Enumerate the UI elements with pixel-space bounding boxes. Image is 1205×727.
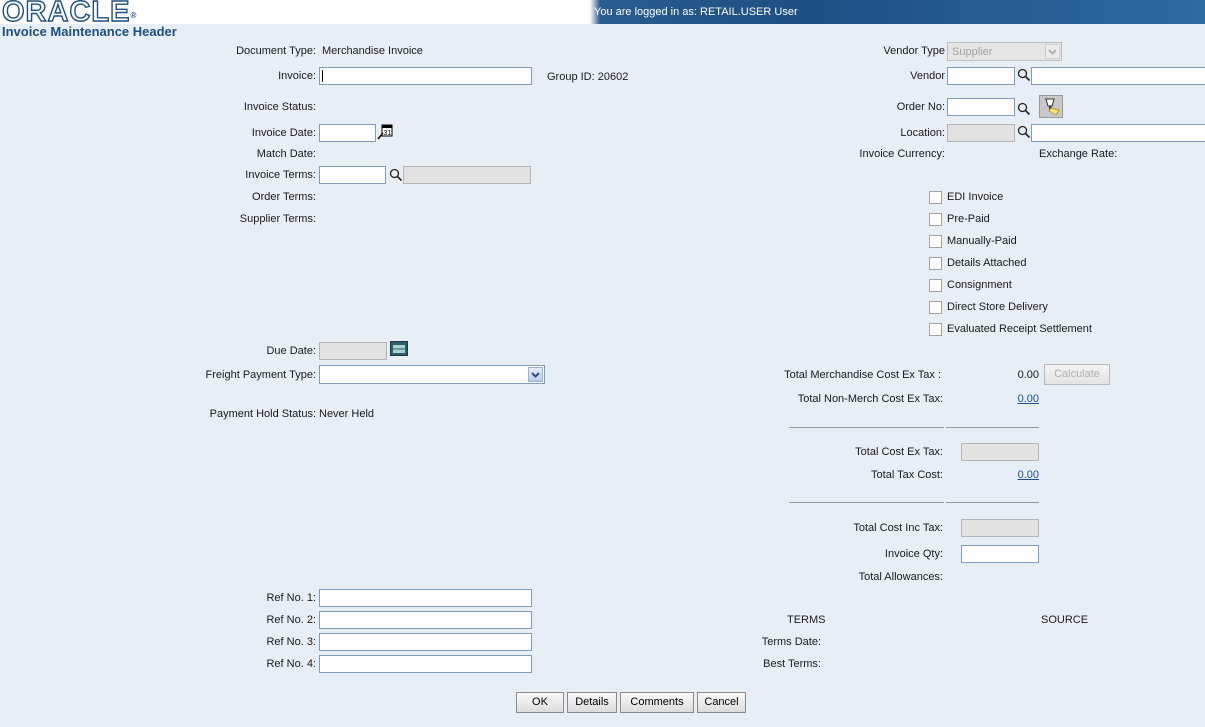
invoice-label: Invoice: bbox=[278, 70, 316, 82]
ref-no-4-label: Ref No. 4: bbox=[266, 658, 316, 670]
direct-store-delivery-checkbox[interactable] bbox=[929, 301, 942, 314]
calculate-button[interactable]: Calculate bbox=[1044, 364, 1110, 385]
edi-invoice-checkbox[interactable] bbox=[929, 191, 942, 204]
due-date-calendar-icon[interactable] bbox=[390, 341, 408, 356]
payment-hold-status-value: Never Held bbox=[319, 408, 375, 420]
invoice-terms-label: Invoice Terms: bbox=[245, 169, 316, 181]
vendor-description-input[interactable] bbox=[1031, 67, 1205, 85]
invoice-terms-description bbox=[403, 166, 531, 184]
total-tax-cost-link[interactable]: 0.00 bbox=[1018, 469, 1039, 481]
vendor-type-label: Vendor Type bbox=[883, 45, 945, 57]
invoice-qty-input[interactable] bbox=[961, 545, 1039, 563]
edi-invoice-label: EDI Invoice bbox=[947, 191, 1004, 203]
invoice-date-label: Invoice Date: bbox=[251, 127, 316, 139]
consignment-checkbox[interactable] bbox=[929, 279, 942, 292]
ok-button[interactable]: OK bbox=[516, 692, 564, 713]
document-type-label: Document Type: bbox=[236, 45, 316, 57]
invoice-terms-search-icon[interactable] bbox=[389, 168, 403, 182]
location-search-icon[interactable] bbox=[1017, 125, 1031, 139]
pre-paid-checkbox[interactable] bbox=[929, 213, 942, 226]
ref-no-3-label: Ref No. 3: bbox=[266, 636, 316, 648]
total-tax-cost-label: Total Tax Cost: bbox=[871, 469, 943, 481]
consignment-label: Consignment bbox=[947, 279, 1012, 291]
order-no-label: Order No: bbox=[896, 101, 945, 113]
manually-paid-checkbox[interactable] bbox=[929, 235, 942, 248]
page-title: Invoice Maintenance Header bbox=[2, 24, 177, 39]
vendor-search-icon[interactable] bbox=[1017, 68, 1031, 82]
total-allowances-label: Total Allowances: bbox=[858, 571, 943, 583]
total-cost-ex-tax-label: Total Cost Ex Tax: bbox=[855, 446, 943, 458]
invoice-date-input[interactable] bbox=[319, 124, 376, 142]
evaluated-receipt-settlement-checkbox[interactable] bbox=[929, 323, 942, 336]
ref-no-1-input[interactable] bbox=[319, 589, 532, 607]
divider bbox=[946, 427, 1039, 428]
ref-no-3-input[interactable] bbox=[319, 633, 532, 651]
exchange-rate-label: Exchange Rate: bbox=[1039, 148, 1118, 160]
calendar-icon[interactable]: 31 bbox=[377, 124, 393, 140]
invoice-input[interactable] bbox=[319, 67, 532, 85]
vendor-type-value: Supplier bbox=[952, 46, 993, 58]
pre-paid-label: Pre-Paid bbox=[947, 213, 990, 225]
cancel-button[interactable]: Cancel bbox=[697, 692, 746, 713]
order-no-input[interactable] bbox=[947, 98, 1015, 116]
details-button[interactable]: Details bbox=[567, 692, 617, 713]
freight-payment-type-select[interactable] bbox=[319, 365, 545, 384]
payment-hold-status-label: Payment Hold Status: bbox=[209, 408, 316, 420]
divider bbox=[946, 502, 1039, 503]
ref-no-2-input[interactable] bbox=[319, 611, 532, 629]
login-status: You are logged in as: RETAIL.USER User bbox=[594, 6, 798, 18]
due-date-input bbox=[319, 342, 387, 360]
manually-paid-label: Manually-Paid bbox=[947, 235, 1017, 247]
due-date-label: Due Date: bbox=[266, 345, 316, 357]
total-cost-ex-tax-field bbox=[961, 443, 1039, 461]
total-merch-cost-label: Total Merchandise Cost Ex Tax : bbox=[784, 369, 941, 381]
total-cost-inc-tax-field bbox=[961, 519, 1039, 537]
total-cost-inc-tax-label: Total Cost Inc Tax: bbox=[853, 522, 943, 534]
ref-no-2-label: Ref No. 2: bbox=[266, 614, 316, 626]
order-no-search-icon[interactable] bbox=[1017, 102, 1031, 116]
location-description-input[interactable] bbox=[1031, 124, 1205, 142]
invoice-status-label: Invoice Status: bbox=[243, 101, 316, 113]
vendor-type-select: Supplier bbox=[947, 42, 1062, 61]
ref-no-1-label: Ref No. 1: bbox=[266, 592, 316, 604]
details-attached-label: Details Attached bbox=[947, 257, 1027, 269]
direct-store-delivery-label: Direct Store Delivery bbox=[947, 301, 1048, 313]
document-type-value: Merchandise Invoice bbox=[322, 45, 423, 57]
vendor-input[interactable] bbox=[947, 67, 1015, 85]
match-date-label: Match Date: bbox=[256, 148, 316, 160]
location-label: Location: bbox=[900, 127, 945, 139]
supplier-terms-label: Supplier Terms: bbox=[239, 213, 316, 225]
total-non-merch-link[interactable]: 0.00 bbox=[1018, 393, 1039, 405]
text-cursor bbox=[322, 70, 323, 82]
location-input bbox=[947, 124, 1015, 142]
ref-no-4-input[interactable] bbox=[319, 655, 532, 673]
group-id: Group ID: 20602 bbox=[547, 71, 629, 83]
evaluated-receipt-settlement-label: Evaluated Receipt Settlement bbox=[947, 323, 1092, 335]
invoice-currency-label: Invoice Currency: bbox=[859, 148, 945, 160]
vendor-label: Vendor bbox=[910, 70, 945, 82]
details-attached-checkbox[interactable] bbox=[929, 257, 942, 270]
flashlight-icon[interactable] bbox=[1039, 95, 1063, 118]
chevron-down-icon[interactable] bbox=[528, 367, 543, 382]
best-terms-label: Best Terms: bbox=[763, 658, 821, 670]
source-heading: SOURCE bbox=[1041, 614, 1089, 626]
svg-text:31: 31 bbox=[384, 130, 392, 137]
chevron-down-icon bbox=[1045, 44, 1060, 59]
terms-date-label: Terms Date: bbox=[761, 636, 821, 648]
comments-button[interactable]: Comments bbox=[620, 692, 694, 713]
divider bbox=[789, 502, 944, 503]
total-merch-cost-value: 0.00 bbox=[1017, 369, 1039, 381]
total-non-merch-label: Total Non-Merch Cost Ex Tax: bbox=[797, 393, 943, 405]
order-terms-label: Order Terms: bbox=[252, 191, 316, 203]
divider bbox=[789, 427, 944, 428]
terms-heading: TERMS bbox=[787, 614, 826, 626]
freight-payment-type-label: Freight Payment Type: bbox=[205, 369, 316, 381]
invoice-terms-input[interactable] bbox=[319, 166, 386, 184]
invoice-qty-label: Invoice Qty: bbox=[884, 548, 943, 560]
oracle-logo: ORACLE® bbox=[1, 0, 138, 28]
